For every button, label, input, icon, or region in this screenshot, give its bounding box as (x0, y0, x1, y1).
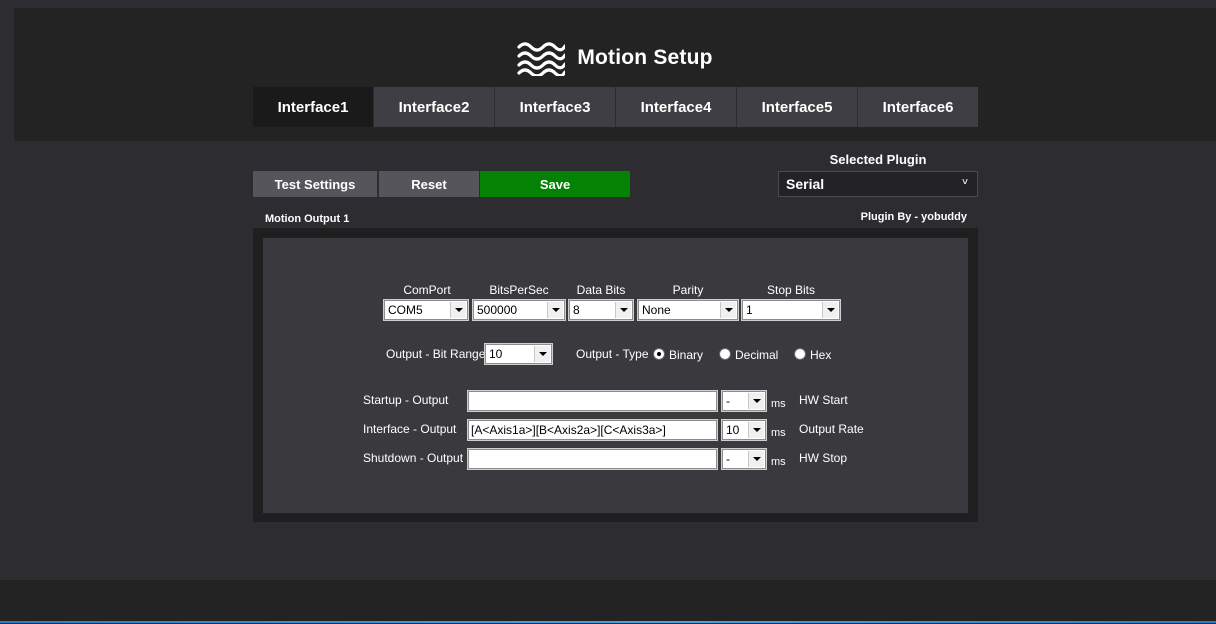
tab-interface2[interactable]: Interface2 (374, 87, 495, 127)
tab-interface5[interactable]: Interface5 (737, 87, 858, 127)
selected-plugin-label: Selected Plugin (829, 152, 927, 167)
bitrange-select[interactable]: 10 (484, 343, 553, 365)
chevron-down-icon (450, 302, 466, 318)
radio-hex[interactable] (794, 348, 806, 360)
chevron-down-icon (748, 451, 764, 467)
footer-bar (0, 580, 1216, 624)
tab-interface4[interactable]: Interface4 (616, 87, 737, 127)
chevron-down-icon (720, 302, 736, 318)
chevron-down-icon (822, 302, 838, 318)
bps-value: 500000 (477, 303, 518, 317)
chevron-down-icon (615, 302, 631, 318)
tab-interface3[interactable]: Interface3 (495, 87, 616, 127)
title-row: Motion Setup (14, 38, 1216, 78)
tab-interface6[interactable]: Interface6 (858, 87, 978, 127)
startup-unit: ms (771, 398, 786, 410)
header-panel: Motion Setup Interface1 Interface2 Inter… (14, 8, 1216, 141)
motion-output-inner: ComPort BitsPerSec Data Bits Parity Stop… (263, 238, 968, 513)
bitrange-value: 10 (489, 347, 503, 361)
shutdown-delay-select[interactable]: - (721, 448, 767, 470)
radio-hex-label: Hex (810, 348, 832, 362)
shutdown-output-input[interactable] (467, 448, 718, 470)
radio-decimal[interactable] (719, 348, 731, 360)
startup-delay-value: - (726, 394, 730, 408)
interface-output-label: Interface - Output (363, 422, 457, 436)
output-rate-select[interactable]: 10 (721, 419, 767, 441)
chevron-down-icon (748, 422, 764, 438)
parity-value: None (642, 303, 671, 317)
startup-output-input[interactable] (467, 390, 718, 412)
parity-select[interactable]: None (637, 299, 739, 321)
startup-output-label: Startup - Output (363, 393, 449, 407)
chevron-down-icon (748, 393, 764, 409)
output-type-label: Output - Type (576, 347, 649, 361)
databits-label: Data Bits (576, 283, 626, 297)
top-strip (0, 0, 1216, 8)
chevron-down-icon (534, 346, 550, 362)
radio-decimal-label: Decimal (735, 348, 779, 362)
databits-select[interactable]: 8 (568, 299, 634, 321)
comport-label: ComPort (403, 283, 451, 297)
footer-accent-line (0, 621, 1216, 623)
interface-tabs: Interface1 Interface2 Interface3 Interfa… (253, 87, 978, 127)
motion-output-panel: ComPort BitsPerSec Data Bits Parity Stop… (253, 228, 978, 522)
plugin-author: Plugin By - yobuddy (860, 211, 967, 223)
comport-select[interactable]: COM5 (383, 299, 469, 321)
plugin-select[interactable]: Serial ˅ (778, 171, 978, 197)
stopbits-value: 1 (746, 303, 753, 317)
tab-interface1[interactable]: Interface1 (253, 87, 374, 127)
interface-output-input[interactable]: [A<Axis1a>][B<Axis2a>][C<Axis3a>] (467, 419, 718, 441)
test-settings-button[interactable]: Test Settings (253, 171, 377, 197)
stopbits-label: Stop Bits (766, 283, 816, 297)
shutdown-delay-value: - (726, 452, 730, 466)
stopbits-select[interactable]: 1 (741, 299, 841, 321)
output-rate-label: Output Rate (799, 422, 864, 436)
interface-unit: ms (771, 427, 786, 439)
databits-value: 8 (573, 303, 580, 317)
hw-stop-label: HW Stop (799, 451, 848, 465)
parity-label: Parity (672, 283, 704, 297)
radio-binary[interactable] (653, 348, 665, 360)
hw-start-label: HW Start (799, 393, 848, 407)
shutdown-unit: ms (771, 456, 786, 468)
bps-select[interactable]: 500000 (472, 299, 566, 321)
reset-button[interactable]: Reset (379, 171, 479, 197)
shutdown-output-label: Shutdown - Output (363, 451, 464, 465)
comport-value: COM5 (388, 303, 423, 317)
chevron-down-icon (547, 302, 563, 318)
plugin-select-value: Serial (786, 176, 825, 192)
page-title: Motion Setup (577, 46, 713, 69)
radio-binary-label: Binary (669, 348, 704, 362)
output-rate-value: 10 (726, 423, 740, 437)
chevron-down-icon: ˅ (962, 177, 968, 188)
bitrange-label: Output - Bit Range (386, 347, 486, 361)
section-label: Motion Output 1 (265, 213, 350, 225)
save-button[interactable]: Save (480, 171, 630, 197)
waves-icon (517, 42, 566, 76)
startup-delay-select[interactable]: - (721, 390, 767, 412)
bps-label: BitsPerSec (489, 283, 549, 297)
